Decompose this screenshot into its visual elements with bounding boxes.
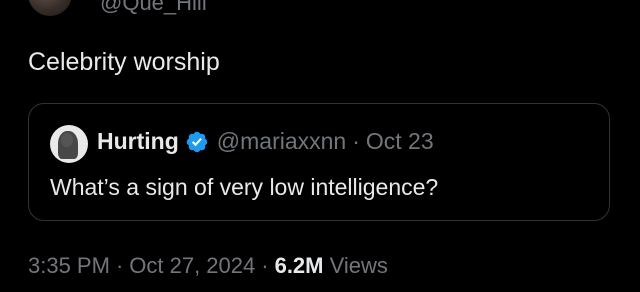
quote-date[interactable]: Oct 23 xyxy=(366,128,434,155)
quote-separator: · xyxy=(352,128,360,154)
author-handle[interactable]: @Que_Hill xyxy=(100,0,207,16)
tweet-date[interactable]: Oct 27, 2024 xyxy=(129,253,255,278)
meta-separator: · xyxy=(261,253,269,278)
tweet-text: Celebrity worship xyxy=(28,48,220,76)
tweet-time[interactable]: 3:35 PM xyxy=(28,253,110,278)
quote-author-handle[interactable]: @mariaxxnn xyxy=(217,128,346,155)
views-label: Views xyxy=(329,253,388,278)
views-count[interactable]: 6.2M xyxy=(275,253,324,278)
quote-avatar[interactable] xyxy=(50,125,88,163)
author-avatar[interactable] xyxy=(28,0,72,16)
tweet-meta: 3:35 PM · Oct 27, 2024 · 6.2M Views xyxy=(28,253,388,279)
quote-author-name[interactable]: Hurting xyxy=(97,128,179,155)
quote-header: Hurting @mariaxxnn · Oct 23 xyxy=(97,128,434,155)
quote-text: What’s a sign of very low intelligence? xyxy=(50,174,439,200)
verified-badge-icon xyxy=(186,131,208,152)
avatar-face xyxy=(61,133,73,147)
meta-separator: · xyxy=(115,253,124,278)
quote-card[interactable]: Hurting @mariaxxnn · Oct 23 What’s a sig… xyxy=(28,103,610,221)
